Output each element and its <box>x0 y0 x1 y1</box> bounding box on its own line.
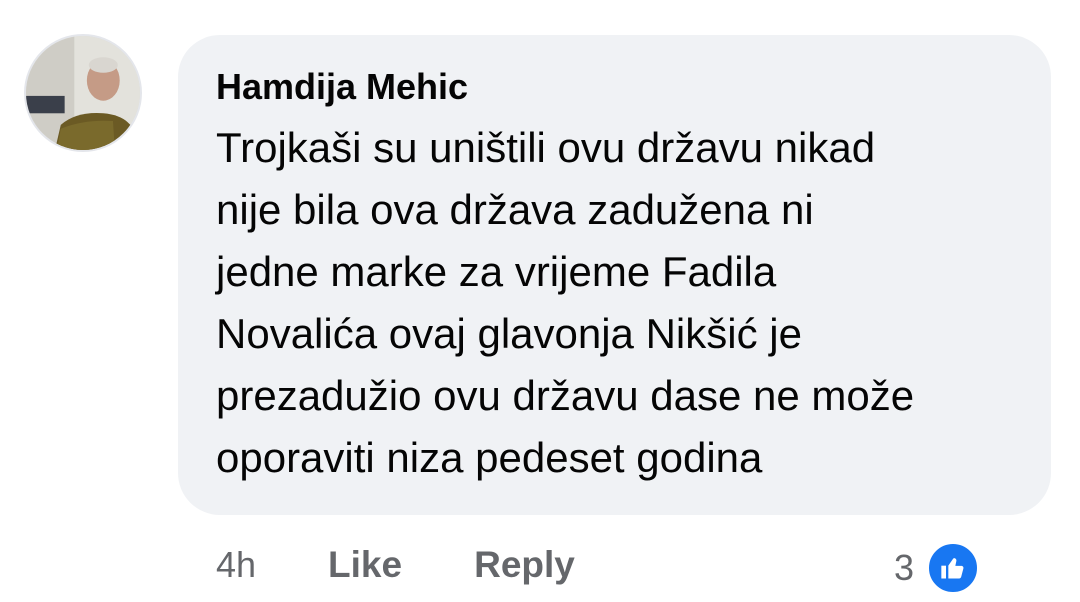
comment-text-line: Novalića ovaj glavonja Nikšić je <box>216 310 802 357</box>
comment-text-line: Trojkaši su uništili ovu državu nikad <box>216 124 876 171</box>
reaction-count: 3 <box>894 547 915 588</box>
comment-text-line: nije bila ova država zadužena ni <box>216 186 814 233</box>
comment-item: Hamdija Mehic Trojkaši su uništili ovu d… <box>0 0 1080 602</box>
timestamp[interactable]: 4h <box>216 544 256 586</box>
comment-text: Trojkaši su uništili ovu državu nikad ni… <box>216 117 1021 489</box>
reactions-summary[interactable]: 3 <box>894 540 981 596</box>
comment-text-line: prezadužio ovu državu dase ne može <box>216 372 915 419</box>
author-name[interactable]: Hamdija Mehic <box>216 63 1021 111</box>
avatar-photo <box>26 36 140 150</box>
thumbs-up-icon <box>926 541 981 595</box>
comment-text-line: jedne marke za vrijeme Fadila <box>216 248 777 295</box>
comment-bubble: Hamdija Mehic Trojkaši su uništili ovu d… <box>178 35 1051 515</box>
comment-actions: 4h Like Reply <box>216 540 647 590</box>
like-button[interactable]: Like <box>328 544 402 586</box>
avatar[interactable] <box>24 34 142 152</box>
reply-button[interactable]: Reply <box>474 544 575 586</box>
comment-text-line: oporaviti niza pedeset godina <box>216 434 763 481</box>
